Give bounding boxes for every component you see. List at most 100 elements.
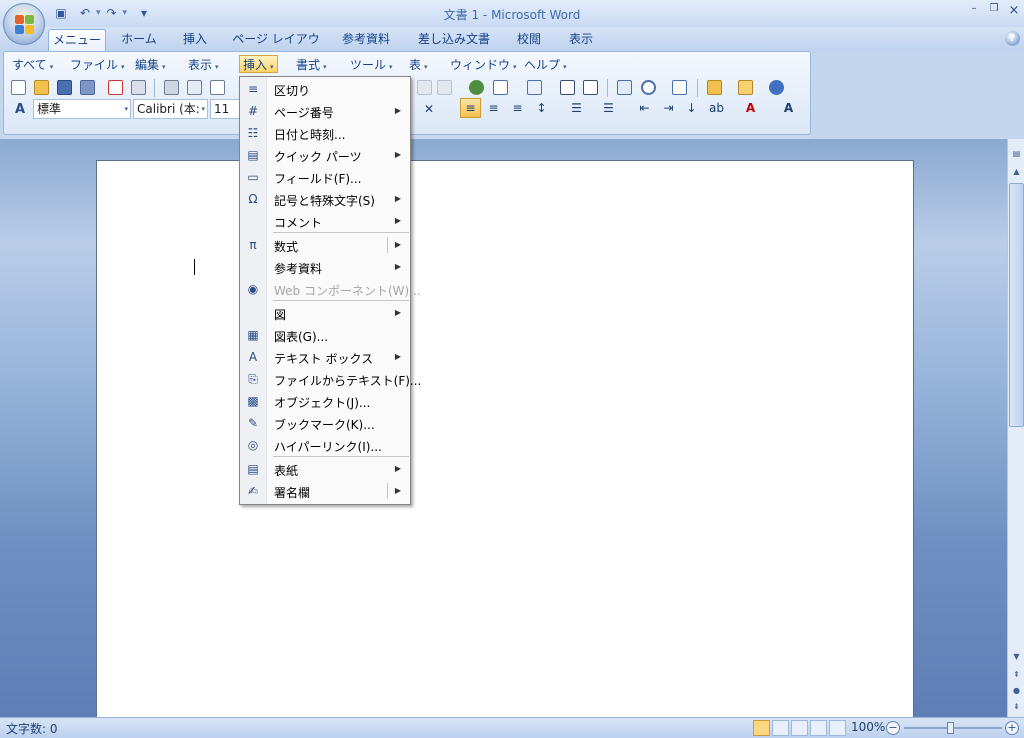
- word-count[interactable]: 文字数: 0: [6, 720, 58, 737]
- draft-view-icon[interactable]: [829, 720, 846, 736]
- full-screen-icon[interactable]: [669, 77, 689, 97]
- scroll-down-icon[interactable]: ▼: [1009, 648, 1024, 664]
- zoom-slider-thumb[interactable]: [947, 722, 954, 734]
- justify-icon[interactable]: ≡: [507, 98, 528, 118]
- columns-icon[interactable]: [557, 77, 577, 97]
- align-left-icon[interactable]: ≡: [460, 98, 481, 118]
- restore-button[interactable]: ❐: [984, 3, 1004, 19]
- ruler-toggle-icon[interactable]: ▤: [1009, 145, 1024, 161]
- tab-home[interactable]: ホーム: [116, 29, 162, 51]
- line-spacing-icon[interactable]: ↕: [531, 98, 552, 118]
- tab-view[interactable]: 表示: [562, 29, 600, 51]
- tab-page-layout[interactable]: ページ レイアウト: [232, 29, 320, 67]
- submenu-arrow-icon[interactable]: ▶: [395, 106, 401, 115]
- menu-format[interactable]: 書式 ▾: [296, 56, 327, 74]
- submenu-arrow-icon[interactable]: ▶: [395, 352, 401, 361]
- zoom-out-icon[interactable]: −: [886, 721, 900, 735]
- insert-table-icon[interactable]: [490, 77, 510, 97]
- submenu-arrow-icon[interactable]: ▶: [395, 150, 401, 159]
- font-combo[interactable]: Calibri (本: ▾: [133, 99, 208, 119]
- menu-item[interactable]: ▦ 図表(G)...: [240, 324, 410, 346]
- styles-icon[interactable]: A: [10, 99, 30, 119]
- edit-icon[interactable]: [735, 77, 755, 97]
- menu-item[interactable]: 図 ▶: [240, 302, 410, 324]
- hyperlink-toolbar-icon[interactable]: [466, 77, 486, 97]
- menu-item[interactable]: ✍ 署名欄 ▶: [240, 480, 410, 502]
- next-page-icon[interactable]: ⇟: [1009, 698, 1024, 714]
- menu-item[interactable]: ✎ ブックマーク(K)...: [240, 412, 410, 434]
- menu-edit[interactable]: 編集 ▾: [135, 56, 166, 74]
- open-folder-icon[interactable]: [31, 77, 51, 97]
- full-screen-reading-view-icon[interactable]: [772, 720, 789, 736]
- submenu-arrow-icon[interactable]: ▶: [395, 194, 401, 203]
- zoom-icon[interactable]: [638, 77, 658, 97]
- submenu-arrow-icon[interactable]: ▶: [395, 486, 401, 495]
- submenu-arrow-icon[interactable]: ▶: [395, 262, 401, 271]
- drawing-icon[interactable]: [580, 77, 600, 97]
- clear-format-icon[interactable]: ✕: [419, 99, 439, 119]
- previous-page-icon[interactable]: ⇞: [1009, 666, 1024, 682]
- menu-table[interactable]: 表 ▾: [409, 56, 428, 74]
- tab-insert[interactable]: 挿入: [176, 29, 214, 51]
- sort-icon[interactable]: ↓: [681, 98, 702, 118]
- font-color-icon[interactable]: A: [740, 98, 761, 118]
- submenu-arrow-icon[interactable]: ▶: [395, 216, 401, 225]
- email-icon[interactable]: [105, 77, 125, 97]
- vertical-scrollbar[interactable]: ▤ ▲ ▼ ⇞ ● ⇟: [1007, 139, 1024, 717]
- menu-tools[interactable]: ツール ▾: [350, 56, 393, 74]
- menu-item[interactable]: π 数式 ▶: [240, 234, 410, 256]
- close-button[interactable]: ×: [1004, 3, 1024, 19]
- tab-menu[interactable]: メニュー: [48, 29, 106, 51]
- save-icon[interactable]: [54, 77, 74, 97]
- folder-icon[interactable]: [704, 77, 724, 97]
- redo-disabled-icon[interactable]: [414, 77, 434, 97]
- tab-references[interactable]: 参考資料: [336, 29, 396, 51]
- menu-all[interactable]: すべて ▾: [12, 56, 53, 74]
- excel-table-icon[interactable]: [524, 77, 544, 97]
- menu-item[interactable]: ▭ フィールド(F)...: [240, 166, 410, 188]
- scroll-thumb[interactable]: [1009, 183, 1024, 427]
- menu-item[interactable]: 参考資料 ▶: [240, 256, 410, 278]
- web-layout-view-icon[interactable]: [791, 720, 808, 736]
- office-button[interactable]: [3, 3, 45, 45]
- tab-mailings[interactable]: 差し込み文書: [414, 29, 494, 51]
- menu-item[interactable]: ☷ 日付と時刻...: [240, 122, 410, 144]
- menu-help[interactable]: ヘルプ ▾: [524, 56, 567, 74]
- zoom-in-icon[interactable]: +: [1005, 721, 1019, 735]
- outline-view-icon[interactable]: [810, 720, 827, 736]
- minimize-button[interactable]: –: [964, 3, 984, 19]
- submenu-arrow-icon[interactable]: ▶: [395, 240, 401, 249]
- print-layout-view-icon[interactable]: [753, 720, 770, 736]
- align-center-icon[interactable]: ≡: [483, 98, 504, 118]
- menu-item[interactable]: ⎘ ファイルからテキスト(F)...: [240, 368, 421, 390]
- menu-item[interactable]: A テキスト ボックス ▶: [240, 346, 410, 368]
- menu-item[interactable]: ≡ 区切り: [240, 78, 410, 100]
- style-combo[interactable]: 標準 ▾: [33, 99, 131, 119]
- menu-item[interactable]: ▤ 表紙 ▶: [240, 458, 410, 480]
- menu-item[interactable]: ▤ クイック パーツ ▶: [240, 144, 410, 166]
- research-icon[interactable]: [207, 77, 227, 97]
- spelling-icon[interactable]: [184, 77, 204, 97]
- document-page[interactable]: [96, 160, 914, 720]
- permission-icon[interactable]: [77, 77, 97, 97]
- submenu-arrow-icon[interactable]: ▶: [395, 464, 401, 473]
- highlight-icon[interactable]: ab: [706, 98, 727, 118]
- repeat-icon[interactable]: [434, 77, 454, 97]
- help-icon[interactable]: ?: [1005, 31, 1020, 46]
- font-size-combo[interactable]: 11: [210, 99, 242, 119]
- menu-insert[interactable]: 挿入 ▾: [239, 55, 278, 73]
- menu-file[interactable]: ファイル ▾: [70, 56, 125, 74]
- menu-item[interactable]: # ページ番号 ▶: [240, 100, 410, 122]
- menu-item[interactable]: Ω 記号と特殊文字(S) ▶: [240, 188, 410, 210]
- zoom-level[interactable]: 100%: [851, 720, 885, 734]
- document-map-icon[interactable]: [614, 77, 634, 97]
- submenu-arrow-icon[interactable]: ▶: [395, 308, 401, 317]
- new-document-icon[interactable]: [8, 77, 28, 97]
- text-effect-icon[interactable]: A: [778, 98, 799, 118]
- numbering-icon[interactable]: ☰: [566, 98, 587, 118]
- browse-object-icon[interactable]: ●: [1009, 682, 1024, 698]
- print-preview-icon[interactable]: [161, 77, 181, 97]
- menu-view[interactable]: 表示 ▾: [188, 56, 219, 74]
- office-help-icon[interactable]: [766, 77, 786, 97]
- tab-review[interactable]: 校閲: [510, 29, 548, 51]
